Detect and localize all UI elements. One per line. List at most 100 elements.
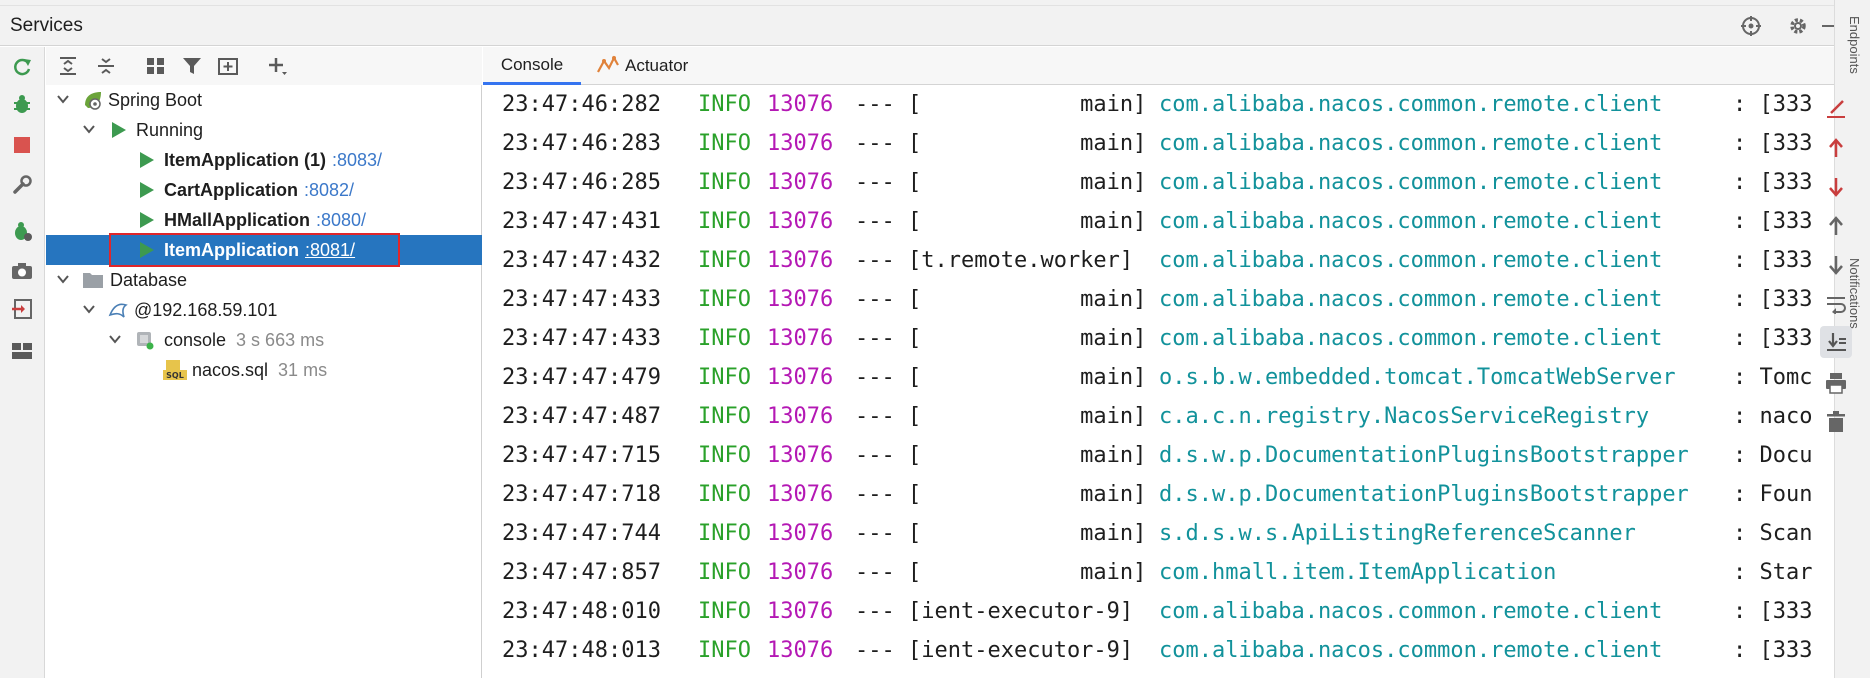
tree-node-session[interactable]: console 3 s 663 ms [46,325,482,355]
gear-icon[interactable] [1782,10,1814,42]
log-pid: 13076 [767,638,834,663]
soft-wrap-edit-icon[interactable] [1820,92,1852,124]
chevron-down-icon[interactable] [54,90,72,108]
log-time: 23:47:47:487 [502,404,661,429]
run-icon [108,119,130,141]
tree-node-database[interactable]: Database [46,265,482,295]
log-time: 23:47:47:744 [502,521,661,546]
tree-node-file[interactable]: SQL nacos.sql 31 ms [46,355,482,385]
log-pid: 13076 [767,365,834,390]
group-by-icon[interactable] [142,52,170,80]
log-message: : Star [1733,560,1813,585]
refresh-icon[interactable] [8,53,36,81]
login-icon[interactable] [8,295,36,323]
log-logger[interactable]: com.alibaba.nacos.common.remote.client [1159,594,1662,630]
log-logger[interactable]: s.d.s.w.s.ApiListingReferenceScanner [1159,516,1636,552]
chevron-down-icon[interactable] [80,300,98,318]
arrow-up-red-icon[interactable] [1820,132,1852,164]
svg-text:SQL: SQL [166,371,184,380]
app-name: HMallApplication [164,210,311,230]
tree-label: Database [110,270,188,290]
wrench-icon[interactable] [8,171,36,199]
log-logger[interactable]: com.alibaba.nacos.common.remote.client [1159,633,1662,669]
collapse-all-icon[interactable] [92,52,120,80]
log-line: 23:47:48:010 INFO 13076 --- [ient-executor-9… [483,594,1817,630]
log-pid: 13076 [767,326,834,351]
arrow-up-icon[interactable] [1820,210,1852,242]
tab-console[interactable]: Console [483,47,581,85]
log-logger[interactable]: c.a.c.n.registry.NacosServiceRegistry [1159,399,1649,435]
soft-wrap-icon[interactable] [1820,288,1852,320]
log-logger[interactable]: com.hmall.item.ItemApplication [1159,555,1556,591]
log-pid: 13076 [767,170,834,195]
add-service-icon[interactable] [264,52,292,80]
console-output[interactable]: 23:47:46:282 INFO 13076 ---[ main] com.aliba… [483,85,1817,678]
arrow-down-icon[interactable] [1820,249,1852,281]
crosshair-icon[interactable] [1735,10,1767,42]
new-tab-icon[interactable] [214,52,242,80]
chevron-down-icon[interactable] [80,120,98,138]
endpoints-strip-label[interactable]: Endpoints [1847,16,1862,74]
tab-actuator[interactable]: Actuator [597,47,688,85]
log-separator: --- [855,248,895,273]
tree-node-app[interactable]: ItemApplication (1):8083/ [46,145,482,175]
mysql-icon [108,299,130,321]
log-level: INFO [698,326,751,351]
expand-all-icon[interactable] [54,52,82,80]
log-separator: --- [855,482,895,507]
tree-label: Spring Boot [108,90,203,110]
log-message: : [333 [1733,170,1813,195]
log-logger[interactable]: com.alibaba.nacos.common.remote.client [1159,204,1662,240]
camera-icon[interactable] [8,257,36,285]
log-separator: --- [855,287,895,312]
session-label: console 3 s 663 ms [164,330,324,351]
log-logger[interactable]: com.alibaba.nacos.common.remote.client [1159,165,1662,201]
stop-icon[interactable] [8,131,36,159]
log-logger[interactable]: com.alibaba.nacos.common.remote.client [1159,87,1662,123]
log-logger[interactable]: o.s.b.w.embedded.tomcat.TomcatWebServer [1159,360,1676,396]
tree-node-running[interactable]: Running [46,115,482,145]
chevron-down-icon[interactable] [106,330,124,348]
debug-icon[interactable] [8,90,36,118]
app-port-link[interactable]: :8082/ [304,180,354,200]
log-message: : Foun [1733,482,1813,507]
log-pid: 13076 [767,521,834,546]
run-icon [136,179,158,201]
log-logger[interactable]: com.alibaba.nacos.common.remote.client [1159,282,1662,318]
log-separator: --- [855,209,895,234]
filter-icon[interactable] [178,52,206,80]
tree-node-app[interactable]: HMallApplication:8080/ [46,205,482,235]
tree-node-app[interactable]: CartApplication:8082/ [46,175,482,205]
scroll-to-end-icon[interactable] [1820,326,1852,358]
actuator-icon [597,55,619,77]
log-time: 23:47:48:013 [502,638,661,663]
log-separator: --- [855,326,895,351]
debug-attach-icon[interactable] [8,217,36,245]
log-line: 23:47:46:283 INFO 13076 ---[ main] com.aliba… [483,126,1817,162]
print-icon[interactable] [1820,367,1852,399]
log-logger[interactable]: d.s.w.p.DocumentationPluginsBootstrapper [1159,438,1689,474]
log-level: INFO [698,443,751,468]
log-pid: 13076 [767,560,834,585]
tree-node-host[interactable]: @192.168.59.101 [46,295,482,325]
log-logger[interactable]: com.alibaba.nacos.common.remote.client [1159,243,1662,279]
arrow-down-red-icon[interactable] [1820,171,1852,203]
log-line: 23:47:47:433 INFO 13076 ---[ main] com.aliba… [483,282,1817,318]
app-port-link[interactable]: :8081/ [305,240,355,260]
tree-node-spring-boot[interactable]: Spring Boot [46,85,482,115]
spring-boot-icon [82,89,104,111]
log-logger[interactable]: d.s.w.p.DocumentationPluginsBootstrapper [1159,477,1689,513]
tree-node-app-selected[interactable]: ItemApplication:8081/ [46,235,482,265]
log-logger[interactable]: com.alibaba.nacos.common.remote.client [1159,126,1662,162]
app-port-link[interactable]: :8083/ [332,150,382,170]
run-icon [136,149,158,171]
log-pid: 13076 [767,287,834,312]
log-logger[interactable]: com.alibaba.nacos.common.remote.client [1159,321,1662,357]
log-level: INFO [698,248,751,273]
chevron-down-icon[interactable] [54,270,72,288]
app-port-link[interactable]: :8080/ [316,210,366,230]
trash-icon[interactable] [1820,406,1852,438]
log-level: INFO [698,599,751,624]
log-line: 23:47:47:715 INFO 13076 ---[ main] d.s.w.p.D… [483,438,1817,474]
layout-icon[interactable] [8,337,36,365]
